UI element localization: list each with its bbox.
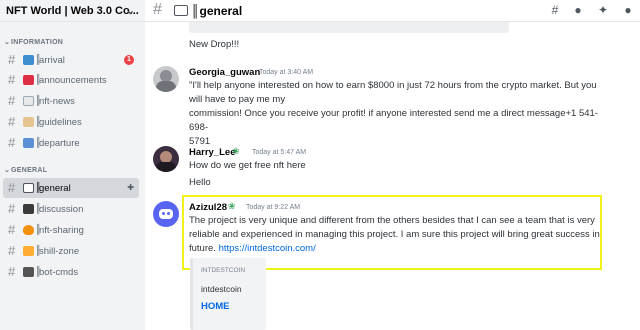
speech-bubble-icon [23,183,34,193]
wave-icon [23,138,34,148]
hash-icon: # [8,201,16,216]
wave-hand-icon [23,55,34,65]
channel-bot-cmds[interactable]: # ║ bot-cmds [3,262,139,282]
sprout-icon: ❀ [232,146,240,156]
timestamp: Today at 5:47 AM [252,149,307,156]
timestamp: Today at 9:22 AM [246,204,301,211]
members-icon[interactable]: ● [621,3,635,17]
lightning-icon [23,246,34,256]
hash-icon: # [8,222,16,237]
hash-icon: # [8,135,16,150]
bell-icon[interactable]: ● [571,3,585,17]
add-member-icon[interactable]: ✚ [127,183,134,192]
message-link[interactable]: https://intdestcoin.com/ [219,243,316,254]
avatar[interactable] [153,66,179,92]
hash-icon: # [8,243,16,258]
channel-general[interactable]: # ║ general ✚ [3,178,139,198]
threads-icon[interactable]: # [548,3,562,17]
channel-label: shill-zone [39,246,80,257]
channel-label: nft-sharing [39,225,84,236]
newspaper-icon [23,96,34,106]
channel-nft-news[interactable]: # ║ nft-news [3,91,139,111]
scroll-icon [23,117,34,127]
hash-icon: # [8,93,16,108]
speech-bubble-icon [174,5,188,16]
hash-icon: # [8,72,16,87]
image-attachment[interactable] [189,22,509,33]
embed-title: intdestcoin [201,284,242,294]
mention-badge: 1 [124,55,134,65]
embed-home-link[interactable]: HOME [201,301,230,312]
server-name: NFT World | Web 3.0 Co... [6,5,139,17]
channel-header: # ║general # ● ✦ ● [145,0,640,22]
embed-site-name: INTDESTCOIN [201,267,246,274]
link-embed: INTDESTCOIN intdestcoin HOME [190,258,266,330]
hash-icon: # [153,1,162,18]
category-general[interactable]: ⌄GENERAL [4,166,47,174]
speech-icon [23,204,34,214]
channel-label: discussion [39,204,84,215]
hash-icon: # [8,52,16,67]
channel-label: general [39,183,71,194]
username[interactable]: Georgia_guwan [189,67,260,78]
server-header[interactable]: NFT World | Web 3.0 Co... ⌄ [0,0,145,22]
pin-icon[interactable]: ✦ [596,3,610,17]
avatar[interactable] [153,146,179,172]
chevron-down-icon: ⌄ [4,167,11,174]
channel-departure[interactable]: # ║ departure [3,133,139,153]
message-body: "I'll help anyone interested on how to e… [189,80,598,147]
channel-label: departure [39,138,80,149]
username[interactable]: Harry_Lee [189,147,235,158]
channel-sidebar: NFT World | Web 3.0 Co... ⌄ ⌄INFORMATION… [0,0,145,330]
hash-icon: # [8,180,16,195]
channel-arrival[interactable]: # ║ arrival 1 [3,50,139,70]
avatar[interactable] [153,201,179,227]
channel-discussion[interactable]: # ║ discussion [3,199,139,219]
channel-label: announcements [39,75,107,86]
channel-label: guidelines [39,117,82,128]
channel-nft-sharing[interactable]: # ║ nft-sharing [3,220,139,240]
megaphone-icon [23,75,34,85]
timestamp: Today at 3:40 AM [259,69,314,76]
hash-icon: # [8,114,16,129]
robot-icon [23,267,34,277]
message-body: The project is very unique and different… [189,215,600,254]
username[interactable]: Azizul28 [189,202,227,213]
channel-guidelines[interactable]: # ║ guidelines [3,112,139,132]
message-text: New Drop!!! [189,39,240,50]
chevron-down-icon: ⌄ [4,39,11,46]
message-body: How do we get free nft here Hello [189,160,306,188]
channel-shill-zone[interactable]: # ║ shill-zone [3,241,139,261]
sprout-icon: ❀ [228,201,236,211]
chevron-down-icon[interactable]: ⌄ [126,4,135,17]
channel-label: nft-news [39,96,75,107]
channel-label: bot-cmds [39,267,79,278]
channel-title: ║general [191,4,243,18]
channel-label: arrival [39,55,65,66]
hash-icon: # [8,264,16,279]
category-information[interactable]: ⌄INFORMATION [4,38,63,46]
channel-announcements[interactable]: # ║ announcements [3,70,139,90]
fire-icon [23,225,34,235]
